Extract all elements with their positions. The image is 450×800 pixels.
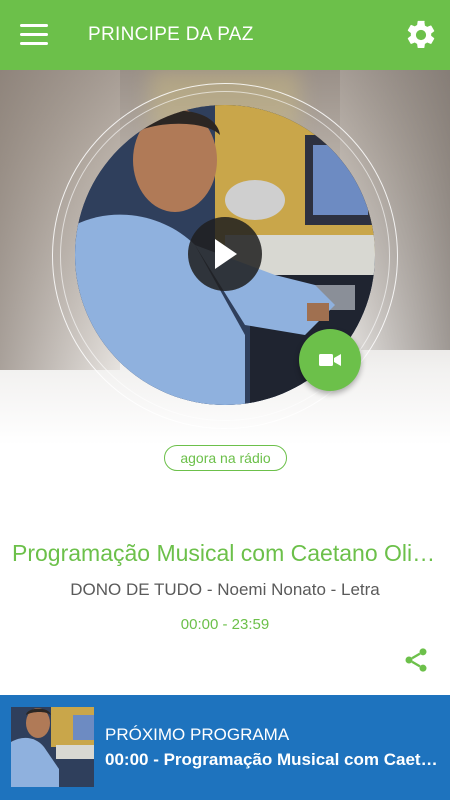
next-program-title: 00:00 - Programação Musical com Caetano … xyxy=(105,750,445,769)
gear-icon[interactable] xyxy=(404,18,438,52)
app-title: PRINCIPE DA PAZ xyxy=(88,24,254,45)
live-badge: agora na rádio xyxy=(164,445,287,471)
program-time: 00:00 - 23:59 xyxy=(180,616,270,633)
program-title: Programação Musical com Caetano Oliveira xyxy=(12,540,442,566)
next-program-thumbnail xyxy=(11,707,94,787)
menu-icon[interactable] xyxy=(20,24,48,46)
video-button[interactable] xyxy=(299,329,361,391)
next-program-label: PRÓXIMO PROGRAMA xyxy=(105,725,290,744)
play-icon xyxy=(215,239,237,269)
share-icon[interactable] xyxy=(402,646,430,674)
play-button[interactable] xyxy=(188,217,262,291)
app-bar: PRINCIPE DA PAZ xyxy=(0,0,450,70)
video-camera-icon xyxy=(319,354,341,366)
next-program-bar[interactable]: PRÓXIMO PROGRAMA 00:00 - Programação Mus… xyxy=(0,695,450,800)
current-song: DONO DE TUDO - Noemi Nonato - Letra xyxy=(70,580,380,599)
